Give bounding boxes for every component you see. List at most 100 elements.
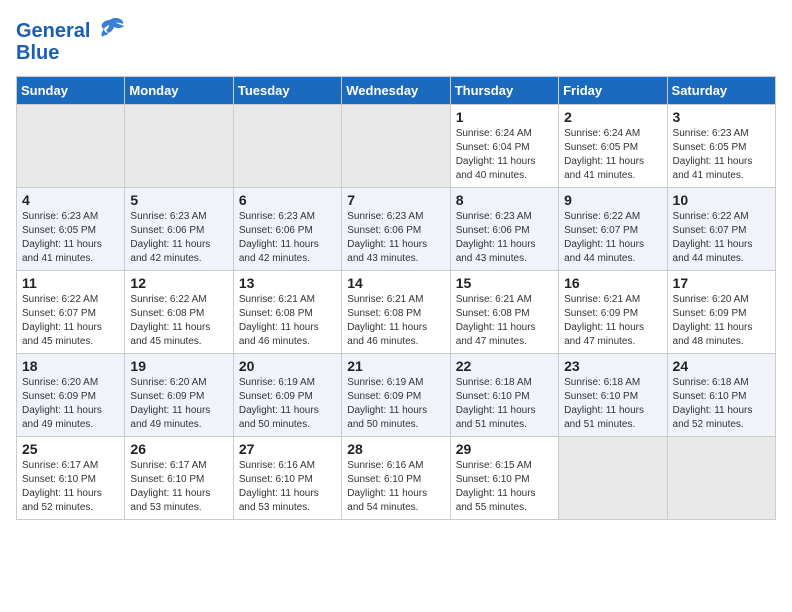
calendar-cell: 6 Sunrise: 6:23 AM Sunset: 6:06 PM Daylig…: [233, 188, 341, 271]
weekday-header-row: SundayMondayTuesdayWednesdayThursdayFrid…: [17, 77, 776, 105]
day-number: 25: [22, 441, 119, 457]
calendar-cell: 29 Sunrise: 6:15 AM Sunset: 6:10 PM Dayli…: [450, 437, 558, 520]
calendar-cell: 26 Sunrise: 6:17 AM Sunset: 6:10 PM Dayli…: [125, 437, 233, 520]
day-number: 28: [347, 441, 444, 457]
calendar-cell: 5Sunrise: 6:23 AM Sunset: 6:06 PM Daylig…: [125, 188, 233, 271]
day-number: 15: [456, 275, 553, 291]
calendar-cell: 7Sunrise: 6:23 AM Sunset: 6:06 PM Daylig…: [342, 188, 450, 271]
calendar-table: SundayMondayTuesdayWednesdayThursdayFrid…: [16, 76, 776, 520]
calendar-cell: [559, 437, 667, 520]
weekday-header-friday: Friday: [559, 77, 667, 105]
day-info: Sunrise: 6:19 AM Sunset: 6:09 PM Dayligh…: [239, 376, 336, 432]
day-info: Sunrise: 6:20 AM Sunset: 6:09 PM Dayligh…: [130, 376, 227, 432]
day-number: 20: [239, 358, 336, 374]
day-info: Sunrise: 6:22 AM Sunset: 6:08 PM Dayligh…: [130, 293, 227, 349]
day-info: Sunrise: 6:16 AM Sunset: 6:10 PM Dayligh…: [347, 459, 444, 515]
calendar-cell: 22 Sunrise: 6:18 AM Sunset: 6:10 PM Dayli…: [450, 354, 558, 437]
day-number: 1: [456, 109, 553, 125]
day-info: Sunrise: 6:22 AM Sunset: 6:07 PM Dayligh…: [673, 210, 770, 266]
day-number: 7: [347, 192, 444, 208]
day-info: Sunrise: 6:20 AM Sunset: 6:09 PM Dayligh…: [22, 376, 119, 432]
weekday-header-monday: Monday: [125, 77, 233, 105]
day-number: 24: [673, 358, 770, 374]
day-number: 11: [22, 275, 119, 291]
day-number: 26: [130, 441, 227, 457]
calendar-cell: 1 Sunrise: 6:24 AM Sunset: 6:04 PM Daylig…: [450, 105, 558, 188]
calendar-cell: 24Sunrise: 6:18 AM Sunset: 6:10 PM Dayli…: [667, 354, 775, 437]
page-header: General Blue: [16, 16, 776, 64]
calendar-cell: 27 Sunrise: 6:16 AM Sunset: 6:10 PM Dayli…: [233, 437, 341, 520]
day-info: Sunrise: 6:21 AM Sunset: 6:08 PM Dayligh…: [347, 293, 444, 349]
calendar-cell: 21 Sunrise: 6:19 AM Sunset: 6:09 PM Dayli…: [342, 354, 450, 437]
calendar-cell: 20 Sunrise: 6:19 AM Sunset: 6:09 PM Dayli…: [233, 354, 341, 437]
day-number: 4: [22, 192, 119, 208]
day-info: Sunrise: 6:21 AM Sunset: 6:08 PM Dayligh…: [456, 293, 553, 349]
calendar-cell: 19 Sunrise: 6:20 AM Sunset: 6:09 PM Dayli…: [125, 354, 233, 437]
day-info: Sunrise: 6:17 AM Sunset: 6:10 PM Dayligh…: [22, 459, 119, 515]
calendar-cell: 28 Sunrise: 6:16 AM Sunset: 6:10 PM Dayli…: [342, 437, 450, 520]
day-info: Sunrise: 6:15 AM Sunset: 6:10 PM Dayligh…: [456, 459, 553, 515]
week-row-1: 1 Sunrise: 6:24 AM Sunset: 6:04 PM Daylig…: [17, 105, 776, 188]
calendar-cell: 25 Sunrise: 6:17 AM Sunset: 6:10 PM Dayli…: [17, 437, 125, 520]
week-row-4: 18Sunrise: 6:20 AM Sunset: 6:09 PM Dayli…: [17, 354, 776, 437]
day-number: 29: [456, 441, 553, 457]
calendar-cell: 2Sunrise: 6:24 AM Sunset: 6:05 PM Daylig…: [559, 105, 667, 188]
day-number: 21: [347, 358, 444, 374]
day-number: 19: [130, 358, 227, 374]
day-info: Sunrise: 6:22 AM Sunset: 6:07 PM Dayligh…: [564, 210, 661, 266]
day-number: 5: [130, 192, 227, 208]
calendar-cell: [17, 105, 125, 188]
calendar-cell: 9 Sunrise: 6:22 AM Sunset: 6:07 PM Daylig…: [559, 188, 667, 271]
day-number: 6: [239, 192, 336, 208]
day-info: Sunrise: 6:16 AM Sunset: 6:10 PM Dayligh…: [239, 459, 336, 515]
day-info: Sunrise: 6:18 AM Sunset: 6:10 PM Dayligh…: [564, 376, 661, 432]
calendar-cell: [125, 105, 233, 188]
calendar-cell: 15 Sunrise: 6:21 AM Sunset: 6:08 PM Dayli…: [450, 271, 558, 354]
calendar-cell: 23 Sunrise: 6:18 AM Sunset: 6:10 PM Dayli…: [559, 354, 667, 437]
day-number: 10: [673, 192, 770, 208]
logo-bird-icon: [94, 16, 126, 46]
day-info: Sunrise: 6:22 AM Sunset: 6:07 PM Dayligh…: [22, 293, 119, 349]
calendar-cell: 13 Sunrise: 6:21 AM Sunset: 6:08 PM Dayli…: [233, 271, 341, 354]
day-number: 8: [456, 192, 553, 208]
calendar-cell: 18Sunrise: 6:20 AM Sunset: 6:09 PM Dayli…: [17, 354, 125, 437]
calendar-cell: [233, 105, 341, 188]
day-info: Sunrise: 6:23 AM Sunset: 6:05 PM Dayligh…: [22, 210, 119, 266]
day-info: Sunrise: 6:20 AM Sunset: 6:09 PM Dayligh…: [673, 293, 770, 349]
day-info: Sunrise: 6:19 AM Sunset: 6:09 PM Dayligh…: [347, 376, 444, 432]
calendar-cell: 14 Sunrise: 6:21 AM Sunset: 6:08 PM Dayli…: [342, 271, 450, 354]
day-number: 23: [564, 358, 661, 374]
day-number: 9: [564, 192, 661, 208]
weekday-header-saturday: Saturday: [667, 77, 775, 105]
day-info: Sunrise: 6:18 AM Sunset: 6:10 PM Dayligh…: [456, 376, 553, 432]
day-info: Sunrise: 6:23 AM Sunset: 6:06 PM Dayligh…: [239, 210, 336, 266]
day-info: Sunrise: 6:23 AM Sunset: 6:05 PM Dayligh…: [673, 127, 770, 183]
logo: General Blue: [16, 16, 126, 64]
weekday-header-sunday: Sunday: [17, 77, 125, 105]
day-number: 13: [239, 275, 336, 291]
day-info: Sunrise: 6:21 AM Sunset: 6:08 PM Dayligh…: [239, 293, 336, 349]
calendar-cell: 8 Sunrise: 6:23 AM Sunset: 6:06 PM Daylig…: [450, 188, 558, 271]
calendar-cell: [667, 437, 775, 520]
day-info: Sunrise: 6:23 AM Sunset: 6:06 PM Dayligh…: [456, 210, 553, 266]
calendar-cell: 10 Sunrise: 6:22 AM Sunset: 6:07 PM Dayli…: [667, 188, 775, 271]
day-info: Sunrise: 6:21 AM Sunset: 6:09 PM Dayligh…: [564, 293, 661, 349]
day-number: 22: [456, 358, 553, 374]
calendar-cell: [342, 105, 450, 188]
day-number: 2: [564, 109, 661, 125]
day-number: 3: [673, 109, 770, 125]
day-number: 27: [239, 441, 336, 457]
day-number: 17: [673, 275, 770, 291]
calendar-cell: 16 Sunrise: 6:21 AM Sunset: 6:09 PM Dayli…: [559, 271, 667, 354]
week-row-3: 11 Sunrise: 6:22 AM Sunset: 6:07 PM Dayli…: [17, 271, 776, 354]
day-info: Sunrise: 6:17 AM Sunset: 6:10 PM Dayligh…: [130, 459, 227, 515]
day-info: Sunrise: 6:24 AM Sunset: 6:04 PM Dayligh…: [456, 127, 553, 183]
weekday-header-thursday: Thursday: [450, 77, 558, 105]
day-number: 14: [347, 275, 444, 291]
logo-general: General: [16, 20, 90, 42]
calendar-cell: 3 Sunrise: 6:23 AM Sunset: 6:05 PM Daylig…: [667, 105, 775, 188]
calendar-cell: 4 Sunrise: 6:23 AM Sunset: 6:05 PM Daylig…: [17, 188, 125, 271]
weekday-header-wednesday: Wednesday: [342, 77, 450, 105]
weekday-header-tuesday: Tuesday: [233, 77, 341, 105]
day-number: 16: [564, 275, 661, 291]
